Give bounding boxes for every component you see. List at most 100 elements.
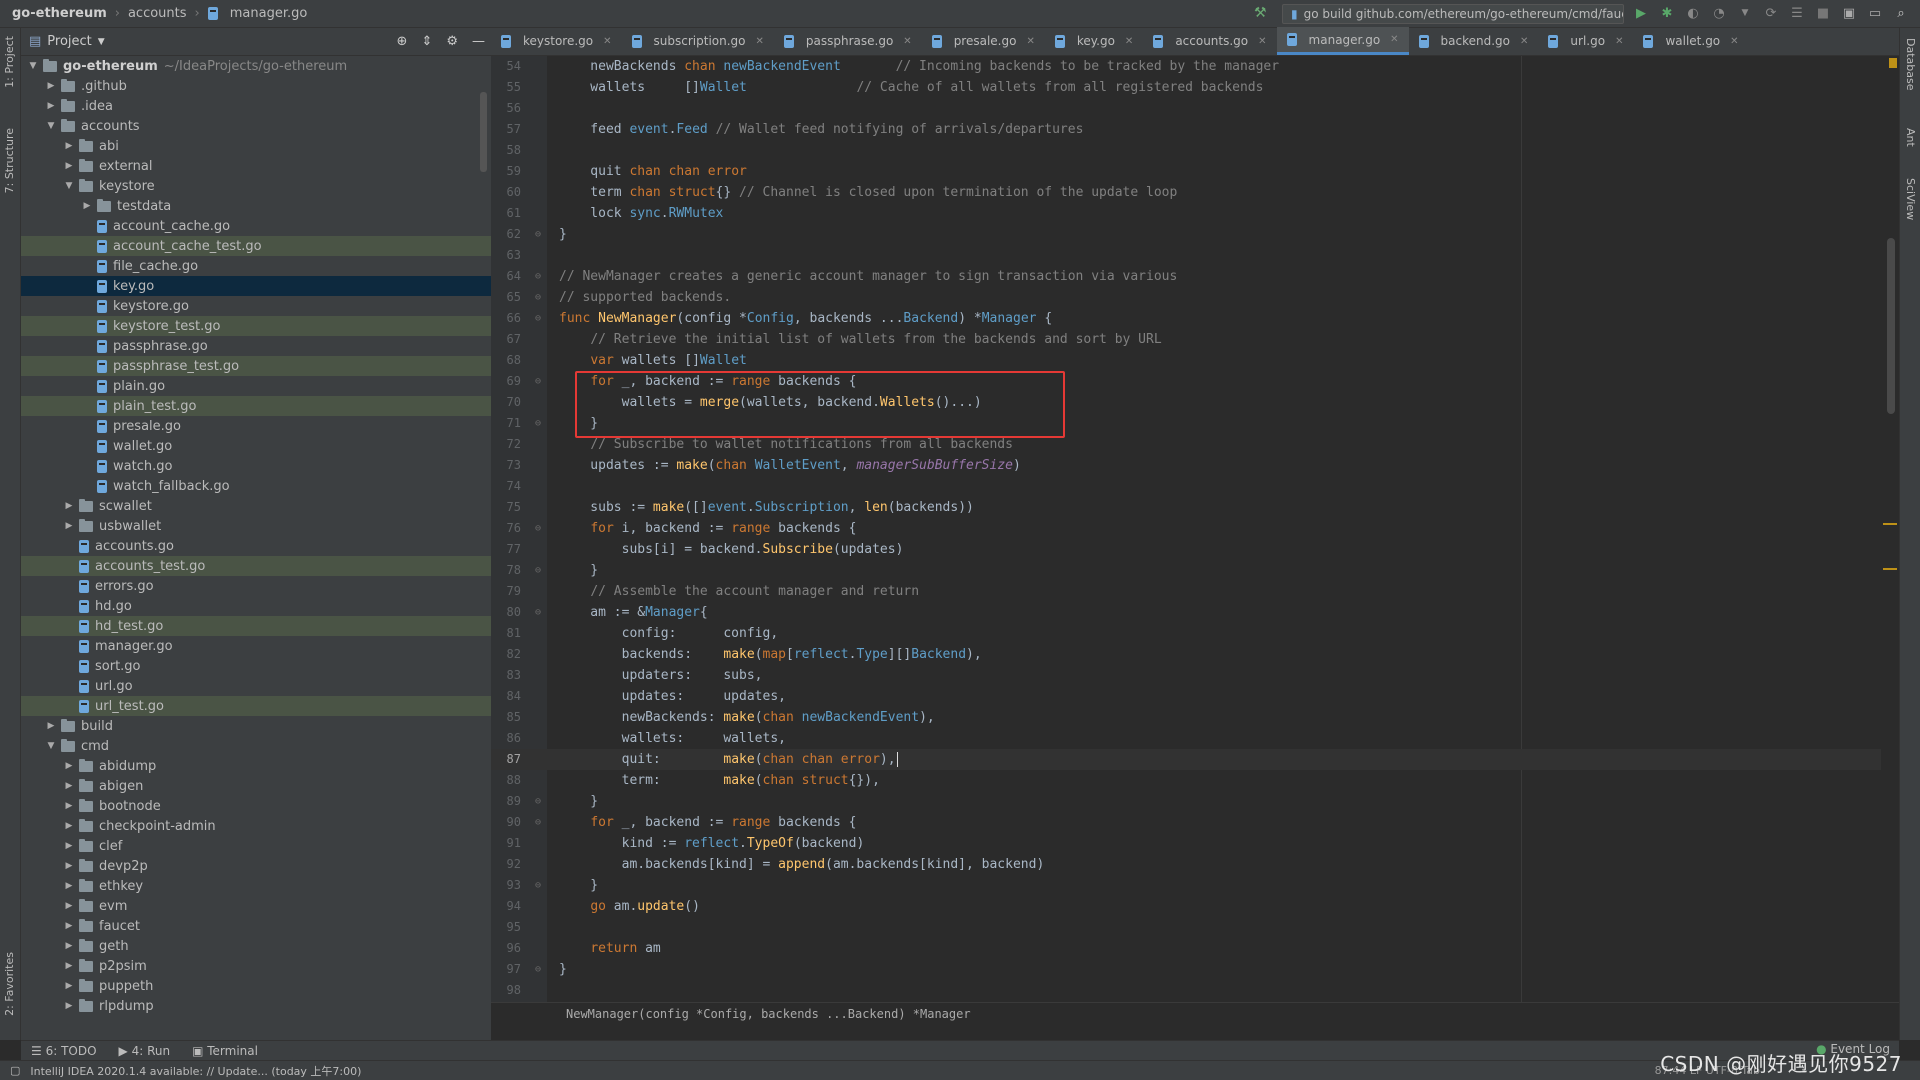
collapse-arrow-icon[interactable]: ▶ bbox=[63, 501, 75, 511]
editor-scrollbar[interactable] bbox=[1887, 238, 1895, 414]
tree-scrollbar[interactable] bbox=[480, 92, 487, 172]
fold-icon[interactable]: ⊖ bbox=[535, 875, 541, 896]
tree-folder[interactable]: ▶ faucet bbox=[21, 916, 491, 936]
breadcrumb-project[interactable]: go-ethereum bbox=[12, 6, 107, 21]
tree-folder[interactable]: ▶ usbwallet bbox=[21, 516, 491, 536]
project-tree[interactable]: ▼ go-ethereum ~/IdeaProjects/go-ethereum ▶.… bbox=[21, 56, 491, 1026]
collapse-arrow-icon[interactable]: ▶ bbox=[63, 1001, 75, 1011]
code-line[interactable]: 68 var wallets []Wallet bbox=[491, 350, 1881, 371]
code-line[interactable]: 93 ⊖ } bbox=[491, 875, 1881, 896]
fold-icon[interactable]: ⊖ bbox=[535, 518, 541, 539]
tree-folder[interactable]: ▶ .github bbox=[21, 76, 491, 96]
code-line[interactable]: 66 ⊖ func NewManager(config *Config, backe… bbox=[491, 308, 1881, 329]
tree-file[interactable]: sort.go bbox=[21, 656, 491, 676]
collapse-arrow-icon[interactable]: ▶ bbox=[45, 101, 57, 111]
code-line[interactable]: 88 term: make(chan struct{}), bbox=[491, 770, 1881, 791]
expand-arrow-icon[interactable]: ▼ bbox=[63, 181, 75, 191]
warning-marker[interactable] bbox=[1889, 58, 1897, 68]
editor-tab[interactable]: wallet.go ✕ bbox=[1633, 27, 1748, 55]
ant-tool-tab[interactable]: Ant bbox=[1904, 128, 1917, 147]
profile-icon[interactable]: ◔ bbox=[1710, 4, 1728, 22]
breadcrumb-folder[interactable]: accounts bbox=[128, 6, 187, 21]
code-line[interactable]: 56 bbox=[491, 98, 1881, 119]
tree-file[interactable]: account_cache.go bbox=[21, 216, 491, 236]
warning-marker[interactable] bbox=[1883, 523, 1897, 525]
tree-folder[interactable]: ▶ abigen bbox=[21, 776, 491, 796]
code-line[interactable]: 79 // Assemble the account manager and r… bbox=[491, 581, 1881, 602]
tree-file[interactable]: hd_test.go bbox=[21, 616, 491, 636]
favorites-tool-tab[interactable]: 2: Favorites bbox=[3, 952, 16, 1016]
code-line[interactable]: 87 quit: make(chan chan error), bbox=[491, 749, 1881, 770]
tree-folder[interactable]: ▶ scwallet bbox=[21, 496, 491, 516]
expand-arrow-icon[interactable]: ▼ bbox=[27, 61, 39, 71]
editor-tab[interactable]: subscription.go ✕ bbox=[622, 27, 774, 55]
editor-tab[interactable]: passphrase.go ✕ bbox=[774, 27, 922, 55]
tree-folder[interactable]: ▶ checkpoint-admin bbox=[21, 816, 491, 836]
collapse-arrow-icon[interactable]: ▶ bbox=[63, 781, 75, 791]
editor-tab[interactable]: keystore.go ✕ bbox=[491, 27, 622, 55]
code-line[interactable]: 94 go am.update() bbox=[491, 896, 1881, 917]
hammer-icon[interactable]: ⚒ bbox=[1254, 5, 1267, 21]
tree-folder[interactable]: ▶ devp2p bbox=[21, 856, 491, 876]
tree-folder[interactable]: ▼ keystore bbox=[21, 176, 491, 196]
structure-tool-tab[interactable]: 7: Structure bbox=[3, 128, 16, 193]
tree-file[interactable]: watch.go bbox=[21, 456, 491, 476]
fold-icon[interactable]: ⊖ bbox=[535, 413, 541, 434]
tree-file[interactable]: errors.go bbox=[21, 576, 491, 596]
chevron-down-icon[interactable]: ▼ bbox=[1736, 4, 1754, 22]
tree-file[interactable]: passphrase.go bbox=[21, 336, 491, 356]
todo-tool-tab[interactable]: ☰ 6: TODO bbox=[31, 1044, 97, 1058]
tree-folder[interactable]: ▶ abidump bbox=[21, 756, 491, 776]
code-line[interactable]: 74 bbox=[491, 476, 1881, 497]
code-line[interactable]: 54 newBackends chan newBackendEvent // I… bbox=[491, 56, 1881, 77]
code-line[interactable]: 84 updates: updates, bbox=[491, 686, 1881, 707]
build-icon[interactable]: ☰ bbox=[1788, 4, 1806, 22]
collapse-arrow-icon[interactable]: ▶ bbox=[63, 961, 75, 971]
close-icon[interactable]: ✕ bbox=[756, 36, 764, 47]
warning-marker[interactable] bbox=[1883, 568, 1897, 570]
tree-folder[interactable]: ▶ .idea bbox=[21, 96, 491, 116]
tree-folder[interactable]: ▼ cmd bbox=[21, 736, 491, 756]
code-line[interactable]: 64 ⊖ // NewManager creates a generic accou… bbox=[491, 266, 1881, 287]
tree-folder[interactable]: ▶ clef bbox=[21, 836, 491, 856]
collapse-arrow-icon[interactable]: ▶ bbox=[63, 861, 75, 871]
editor-tab[interactable]: url.go ✕ bbox=[1538, 27, 1633, 55]
code-line[interactable]: 59 quit chan chan error bbox=[491, 161, 1881, 182]
fold-icon[interactable]: ⊖ bbox=[535, 602, 541, 623]
tree-file[interactable]: key.go bbox=[21, 276, 491, 296]
code-line[interactable]: 97 ⊖} bbox=[491, 959, 1881, 980]
stop-icon[interactable]: ■ bbox=[1814, 4, 1832, 22]
editor-tab[interactable]: accounts.go ✕ bbox=[1143, 27, 1276, 55]
tree-file[interactable]: account_cache_test.go bbox=[21, 236, 491, 256]
tree-file[interactable]: keystore_test.go bbox=[21, 316, 491, 336]
collapse-arrow-icon[interactable]: ▶ bbox=[63, 901, 75, 911]
tree-file[interactable]: presale.go bbox=[21, 416, 491, 436]
status-message[interactable]: IntelliJ IDEA 2020.1.4 available: // Upd… bbox=[30, 1063, 361, 1079]
editor-tab[interactable]: key.go ✕ bbox=[1045, 27, 1143, 55]
fold-icon[interactable]: ⊖ bbox=[535, 371, 541, 392]
coverage-icon[interactable]: ◐ bbox=[1684, 4, 1702, 22]
tree-folder[interactable]: ▶ geth bbox=[21, 936, 491, 956]
code-line[interactable]: 96 return am bbox=[491, 938, 1881, 959]
code-line[interactable]: 57 feed event.Feed // Wallet feed notify… bbox=[491, 119, 1881, 140]
code-line[interactable]: 92 am.backends[kind] = append(am.backend… bbox=[491, 854, 1881, 875]
editor-tab[interactable]: presale.go ✕ bbox=[922, 27, 1045, 55]
close-icon[interactable]: ✕ bbox=[1520, 36, 1528, 47]
collapse-arrow-icon[interactable]: ▶ bbox=[63, 921, 75, 931]
code-line[interactable]: 63 bbox=[491, 245, 1881, 266]
code-line[interactable]: 91 kind := reflect.TypeOf(backend) bbox=[491, 833, 1881, 854]
tree-file[interactable]: file_cache.go bbox=[21, 256, 491, 276]
status-toggle-icon[interactable]: ▢ bbox=[10, 1064, 20, 1077]
close-icon[interactable]: ✕ bbox=[903, 36, 911, 47]
code-line[interactable]: 73 updates := make(chan WalletEvent, man… bbox=[491, 455, 1881, 476]
tree-folder[interactable]: ▶ ethkey bbox=[21, 876, 491, 896]
tree-file[interactable]: url.go bbox=[21, 676, 491, 696]
collapse-arrow-icon[interactable]: ▶ bbox=[45, 721, 57, 731]
code-line[interactable]: 77 subs[i] = backend.Subscribe(updates) bbox=[491, 539, 1881, 560]
collapse-arrow-icon[interactable]: ▶ bbox=[63, 521, 75, 531]
expand-arrow-icon[interactable]: ▼ bbox=[45, 741, 57, 751]
close-icon[interactable]: ✕ bbox=[1258, 36, 1266, 47]
code-line[interactable]: 81 config: config, bbox=[491, 623, 1881, 644]
debug-icon[interactable]: ✱ bbox=[1658, 4, 1676, 22]
close-icon[interactable]: ✕ bbox=[1390, 34, 1398, 45]
